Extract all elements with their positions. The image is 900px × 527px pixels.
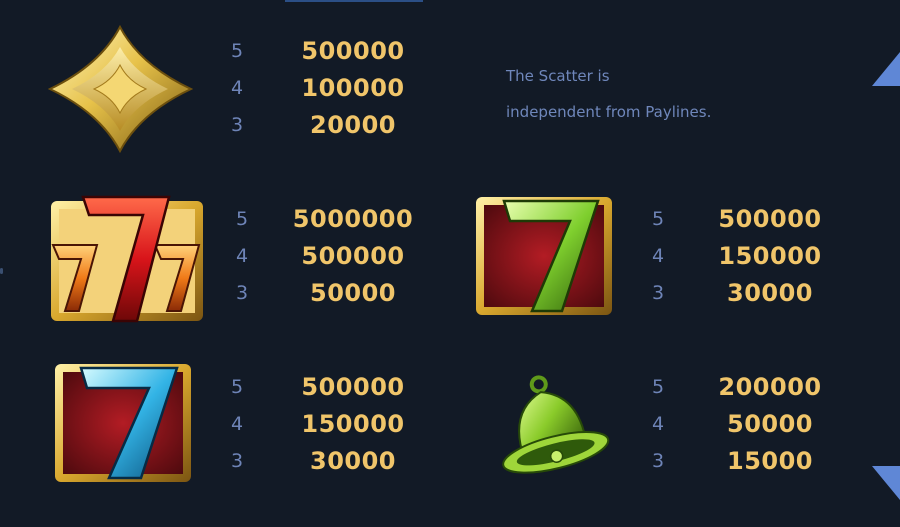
triangle-down-icon <box>872 466 900 500</box>
payout-value: 20000 <box>310 111 396 139</box>
match-count: 5 <box>236 208 249 230</box>
blue-seven-icon <box>53 362 193 484</box>
match-count: 5 <box>652 376 665 398</box>
match-count: 3 <box>231 114 244 136</box>
payout-value: 500000 <box>301 242 405 270</box>
paytable-gold-diamond: 5 500000 4 100000 3 20000 <box>231 33 421 144</box>
payout-value: 30000 <box>310 447 396 475</box>
paytable-row: 3 50000 <box>236 275 426 312</box>
payout-value: 500000 <box>718 205 822 233</box>
payout-value: 50000 <box>310 279 396 307</box>
paytable-row: 3 30000 <box>231 443 421 480</box>
match-count: 4 <box>236 245 249 267</box>
paytable-row: 5 5000000 <box>236 201 426 238</box>
paytable-row: 4 500000 <box>236 238 426 275</box>
paytable-row: 4 150000 <box>231 406 421 443</box>
paytable-green-bell: 5 200000 4 50000 3 15000 <box>652 369 842 480</box>
paytable-row: 5 200000 <box>652 369 842 406</box>
paytable-row: 4 100000 <box>231 70 421 107</box>
payout-value: 200000 <box>718 373 822 401</box>
scroll-up-button[interactable] <box>872 52 900 90</box>
payout-value: 150000 <box>718 242 822 270</box>
payout-value: 150000 <box>301 410 405 438</box>
payout-value: 30000 <box>727 279 813 307</box>
scatter-note-line2: independent from Paylines. <box>506 103 712 121</box>
paytable-green-seven: 5 500000 4 150000 3 30000 <box>652 201 842 312</box>
payout-value: 15000 <box>727 447 813 475</box>
scatter-note-line1: The Scatter is <box>506 67 610 85</box>
paytable-row: 3 20000 <box>231 107 421 144</box>
paytable-row: 3 30000 <box>652 275 842 312</box>
green-seven-icon <box>474 195 614 317</box>
paytable-row: 4 150000 <box>652 238 842 275</box>
paytable-blue-seven: 5 500000 4 150000 3 30000 <box>231 369 421 480</box>
paytable-triple-seven: 5 5000000 4 500000 3 50000 <box>236 201 426 312</box>
gold-diamond-icon <box>48 25 193 153</box>
edge-marker <box>0 268 3 274</box>
match-count: 3 <box>236 282 249 304</box>
paytable-row: 5 500000 <box>231 33 421 70</box>
match-count: 4 <box>652 245 665 267</box>
match-count: 5 <box>231 40 244 62</box>
match-count: 5 <box>231 376 244 398</box>
payout-value: 500000 <box>301 37 405 65</box>
match-count: 3 <box>652 282 665 304</box>
match-count: 4 <box>231 413 244 435</box>
green-bell-icon <box>478 374 614 486</box>
match-count: 4 <box>231 77 244 99</box>
match-count: 3 <box>652 450 665 472</box>
triangle-up-icon <box>872 52 900 86</box>
paytable-row: 4 50000 <box>652 406 842 443</box>
payout-value: 100000 <box>301 74 405 102</box>
paytable-row: 5 500000 <box>231 369 421 406</box>
paytable-row: 3 15000 <box>652 443 842 480</box>
match-count: 3 <box>231 450 244 472</box>
payout-value: 50000 <box>727 410 813 438</box>
payout-value: 500000 <box>301 373 405 401</box>
top-accent-line <box>285 0 423 2</box>
scatter-note: The Scatter is independent from Paylines… <box>506 58 806 130</box>
match-count: 4 <box>652 413 665 435</box>
scroll-down-button[interactable] <box>872 466 900 504</box>
paytable-row: 5 500000 <box>652 201 842 238</box>
match-count: 5 <box>652 208 665 230</box>
payout-value: 5000000 <box>292 205 414 233</box>
triple-seven-icon <box>47 193 207 325</box>
